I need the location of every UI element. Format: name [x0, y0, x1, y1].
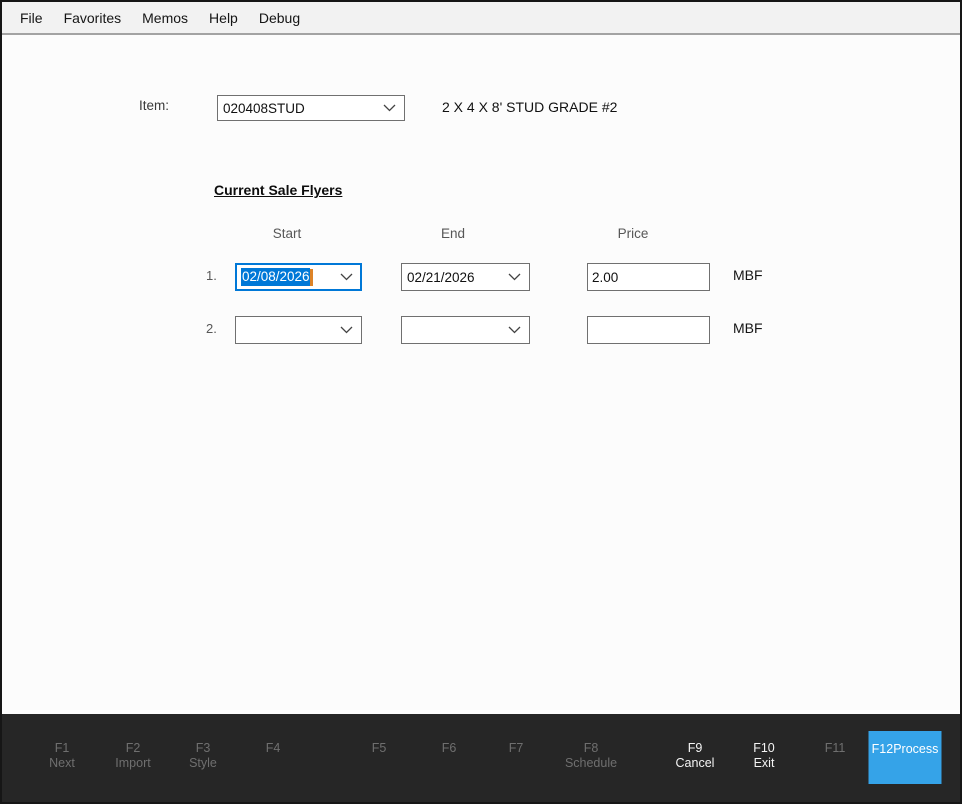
f11-button: F11 — [795, 741, 875, 756]
flyer2-price-input[interactable] — [587, 316, 710, 344]
f3-style-button: F3Style — [163, 741, 243, 771]
menu-file[interactable]: File — [20, 10, 43, 26]
flyer1-end-value: 02/21/2026 — [407, 270, 475, 285]
flyer2-unit-label: MBF — [733, 320, 763, 336]
menu-memos[interactable]: Memos — [142, 10, 188, 26]
flyer2-start-combobox[interactable] — [235, 316, 362, 344]
item-combobox-value: 020408STUD — [223, 101, 305, 116]
flyer1-start-value: 02/08/2026 — [241, 269, 313, 286]
chevron-down-icon — [508, 326, 521, 334]
function-key-bar: F1Next F2Import F3Style F4 F5 F6 F7 F8Sc… — [2, 714, 960, 802]
flyer1-unit-label: MBF — [733, 267, 763, 283]
chevron-down-icon — [383, 104, 396, 112]
sale-flyers-heading: Current Sale Flyers — [214, 182, 342, 198]
chevron-down-icon — [340, 326, 353, 334]
f2-import-button: F2Import — [93, 741, 173, 771]
flyer-row1-number: 1. — [206, 268, 217, 283]
app-window: File Favorites Memos Help Debug Item: 02… — [0, 0, 962, 804]
flyer1-start-combobox[interactable]: 02/08/2026 — [235, 263, 362, 291]
chevron-down-icon — [340, 273, 353, 281]
flyer1-price-input[interactable] — [587, 263, 710, 291]
column-header-price: Price — [618, 226, 649, 241]
flyer-row2-number: 2. — [206, 321, 217, 336]
f1-next-button: F1Next — [22, 741, 102, 771]
flyer2-end-combobox[interactable] — [401, 316, 530, 344]
flyer1-end-combobox[interactable]: 02/21/2026 — [401, 263, 530, 291]
item-label: Item: — [139, 98, 169, 113]
menu-debug[interactable]: Debug — [259, 10, 300, 26]
f5-button: F5 — [339, 741, 419, 756]
column-header-end: End — [441, 226, 465, 241]
f4-button: F4 — [233, 741, 313, 756]
main-area: Item: 020408STUD 2 X 4 X 8' STUD GRADE #… — [2, 37, 960, 712]
f10-exit-button[interactable]: F10Exit — [724, 741, 804, 771]
column-header-start: Start — [273, 226, 302, 241]
f7-button: F7 — [476, 741, 556, 756]
menu-bar: File Favorites Memos Help Debug — [2, 2, 960, 35]
text-caret — [310, 269, 313, 286]
f12-process-button[interactable]: F12Process — [869, 731, 942, 784]
f8-schedule-button: F8Schedule — [551, 741, 631, 771]
chevron-down-icon — [508, 273, 521, 281]
f9-cancel-button[interactable]: F9Cancel — [655, 741, 735, 771]
menu-help[interactable]: Help — [209, 10, 238, 26]
menu-favorites[interactable]: Favorites — [64, 10, 122, 26]
item-description: 2 X 4 X 8' STUD GRADE #2 — [442, 99, 617, 115]
item-combobox[interactable]: 020408STUD — [217, 95, 405, 121]
